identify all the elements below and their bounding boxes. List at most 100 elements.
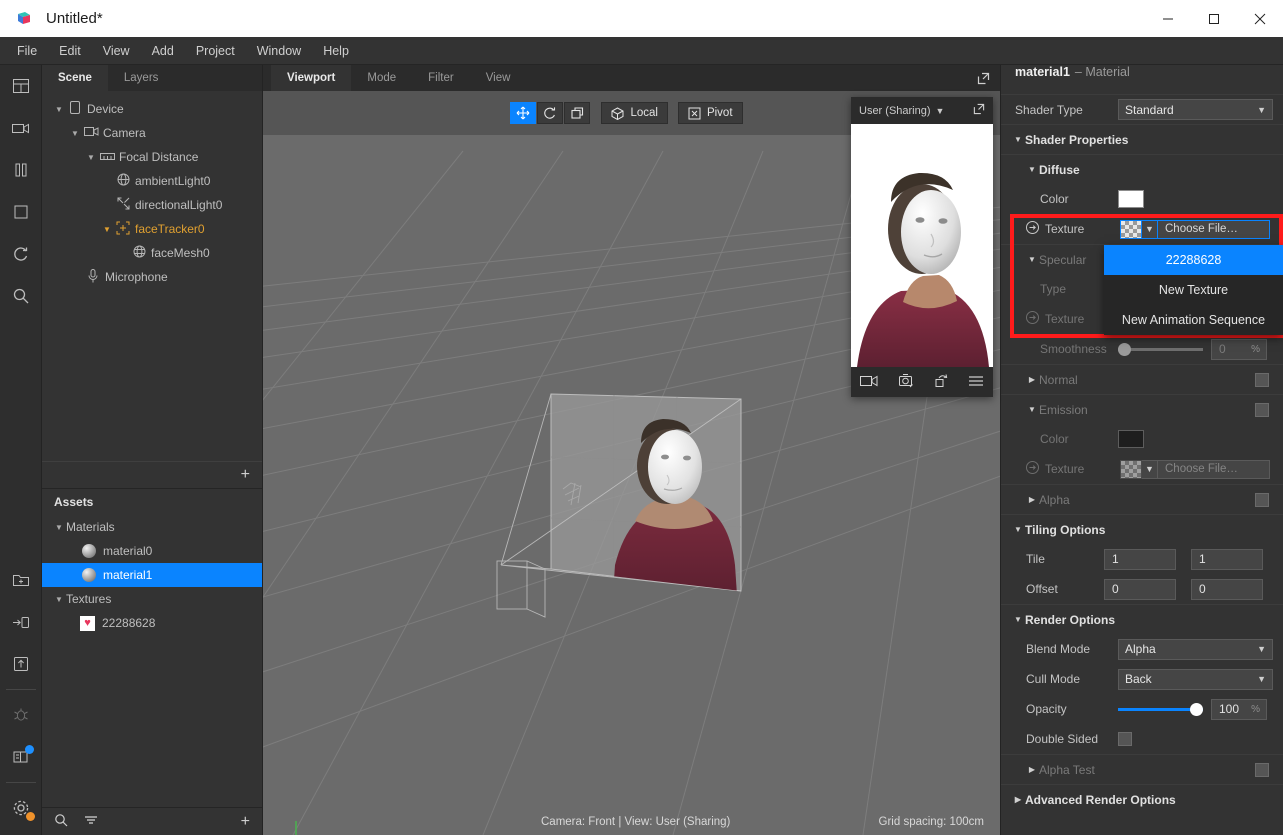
rotate-tool-button[interactable] (537, 102, 564, 124)
emission-texture-file[interactable]: Choose File… (1158, 459, 1270, 479)
caret-icon[interactable]: ▼ (52, 105, 66, 114)
refresh-icon[interactable] (0, 233, 42, 275)
double-sided-checkbox[interactable] (1118, 732, 1132, 746)
section-tiling-options[interactable]: ▼ Tiling Options (1001, 514, 1283, 544)
menu-view[interactable]: View (92, 37, 141, 65)
diffuse-color-swatch[interactable] (1118, 190, 1144, 208)
opacity-slider[interactable] (1118, 700, 1203, 718)
emission-enable-checkbox[interactable] (1255, 402, 1269, 417)
assets-add-button[interactable]: + (241, 813, 250, 831)
settings-gear-icon[interactable] (0, 787, 42, 829)
caret-icon[interactable]: ▶ (1011, 795, 1025, 804)
diffuse-texture-thumbnail[interactable] (1120, 219, 1142, 239)
new-folder-icon[interactable] (0, 559, 42, 601)
asset-material1[interactable]: material1 (42, 563, 262, 587)
tree-item-focal-distance[interactable]: ▼ Focal Distance (42, 145, 262, 169)
menu-window[interactable]: Window (246, 37, 312, 65)
caret-icon[interactable]: ▼ (1011, 525, 1025, 534)
preview-camera-feed[interactable] (851, 124, 993, 367)
layout-icon[interactable] (0, 65, 42, 107)
caret-icon[interactable]: ▼ (1025, 255, 1039, 264)
caret-icon[interactable]: ▼ (52, 595, 66, 604)
emission-texture-dropdown-arrow[interactable]: ▼ (1142, 459, 1158, 479)
caret-icon[interactable]: ▼ (1011, 615, 1025, 624)
section-normal[interactable]: ▶ Normal (1001, 364, 1283, 394)
dropdown-item-new-animation-sequence[interactable]: New Animation Sequence (1104, 305, 1283, 335)
scale-tool-button[interactable] (564, 102, 591, 124)
preview-expand-icon[interactable] (973, 103, 985, 118)
section-render-options[interactable]: ▼ Render Options (1001, 604, 1283, 634)
caret-icon[interactable]: ▼ (68, 129, 82, 138)
tile-x-input[interactable]: 1 (1104, 548, 1176, 570)
asset-22288628[interactable]: ♥ 22288628 (42, 611, 262, 635)
import-icon[interactable] (0, 601, 42, 643)
normal-enable-checkbox[interactable] (1255, 372, 1269, 387)
pause-icon[interactable] (0, 149, 42, 191)
assets-group-textures[interactable]: ▼ Textures (42, 587, 262, 611)
search-icon[interactable] (0, 275, 42, 317)
dropdown-item-new-texture[interactable]: New Texture (1104, 275, 1283, 305)
emission-color-swatch[interactable] (1118, 430, 1144, 448)
section-alpha[interactable]: ▶ Alpha (1001, 484, 1283, 514)
caret-icon[interactable]: ▼ (1025, 405, 1039, 414)
move-tool-button[interactable] (510, 102, 537, 124)
tab-mode[interactable]: Mode (351, 65, 412, 91)
caret-icon[interactable]: ▼ (1011, 135, 1025, 144)
viewport-expand-icon[interactable] (977, 72, 990, 85)
opacity-value-box[interactable]: 100 % (1211, 698, 1267, 720)
tree-item-directionallight0[interactable]: directionalLight0 (42, 193, 262, 217)
tree-item-ambientlight0[interactable]: ambientLight0 (42, 169, 262, 193)
assets-filter-icon[interactable] (84, 814, 98, 829)
record-video-icon[interactable] (860, 374, 878, 391)
section-alpha-test[interactable]: ▶ Alpha Test (1001, 754, 1283, 784)
menu-icon[interactable] (968, 375, 984, 390)
tree-item-camera[interactable]: ▼ Camera (42, 121, 262, 145)
tree-item-device[interactable]: ▼ Device (42, 97, 262, 121)
smoothness-slider[interactable] (1118, 340, 1203, 358)
menu-add[interactable]: Add (141, 37, 185, 65)
docs-icon[interactable] (0, 736, 42, 778)
caret-icon[interactable]: ▼ (100, 225, 114, 234)
section-shader-properties[interactable]: ▼ Shader Properties (1001, 124, 1283, 154)
smoothness-value-box[interactable]: 0 % (1211, 338, 1267, 360)
caret-icon[interactable]: ▼ (1025, 165, 1039, 174)
slider-knob[interactable] (1190, 702, 1203, 716)
cull-mode-select[interactable]: Back ▼ (1118, 668, 1273, 690)
export-icon[interactable] (0, 643, 42, 685)
caret-icon[interactable]: ▶ (1025, 375, 1039, 384)
offset-y-input[interactable]: 0 (1191, 578, 1263, 600)
assets-search-icon[interactable] (54, 813, 68, 830)
close-button[interactable] (1237, 0, 1283, 37)
menu-file[interactable]: File (6, 37, 48, 65)
diffuse-texture-file[interactable]: Choose File… (1158, 219, 1270, 239)
tab-view[interactable]: View (470, 65, 527, 91)
tab-scene[interactable]: Scene (42, 65, 108, 91)
preview-mode-label[interactable]: User (Sharing) (859, 105, 931, 117)
diffuse-texture-dropdown-arrow[interactable]: ▼ (1142, 219, 1158, 239)
stop-icon[interactable] (0, 191, 42, 233)
caret-icon[interactable]: ▶ (1025, 765, 1039, 774)
maximize-button[interactable] (1191, 0, 1237, 37)
menu-help[interactable]: Help (312, 37, 360, 65)
asset-material0[interactable]: material0 (42, 539, 262, 563)
camera-icon[interactable] (0, 107, 42, 149)
local-space-button[interactable]: Local (601, 102, 668, 124)
menu-project[interactable]: Project (185, 37, 246, 65)
bug-icon[interactable] (0, 694, 42, 736)
offset-x-input[interactable]: 0 (1104, 578, 1176, 600)
menu-edit[interactable]: Edit (48, 37, 92, 65)
tile-y-input[interactable]: 1 (1191, 548, 1263, 570)
section-diffuse[interactable]: ▼ Diffuse (1001, 154, 1283, 184)
tab-layers[interactable]: Layers (108, 65, 175, 91)
caret-icon[interactable]: ▼ (52, 523, 66, 532)
chevron-down-icon[interactable]: ▼ (936, 106, 945, 116)
section-emission[interactable]: ▼ Emission (1001, 394, 1283, 424)
tree-item-facetracker0[interactable]: ▼ faceTracker0 (42, 217, 262, 241)
slider-knob[interactable] (1118, 342, 1131, 356)
tab-filter[interactable]: Filter (412, 65, 470, 91)
minimize-button[interactable] (1145, 0, 1191, 37)
pivot-button[interactable]: Pivot (677, 102, 743, 124)
caret-icon[interactable]: ▼ (84, 153, 98, 162)
emission-texture-thumbnail[interactable] (1120, 459, 1142, 479)
caret-icon[interactable]: ▶ (1025, 495, 1039, 504)
